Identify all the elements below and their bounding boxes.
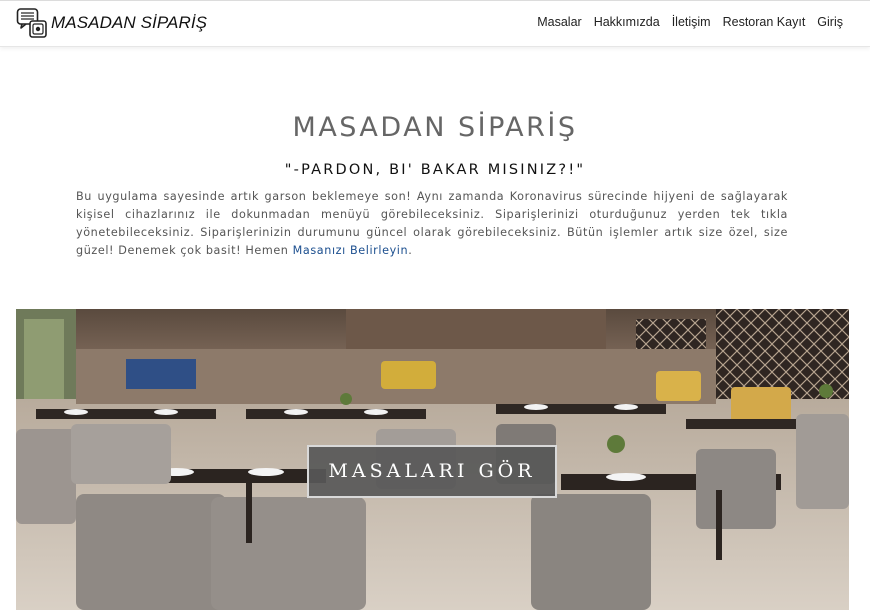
hero-description: Bu uygulama sayesinde artık garson bekle…	[76, 188, 788, 260]
nav-item-giris[interactable]: Giriş	[817, 15, 843, 29]
nav-item-iletisim[interactable]: İletişim	[672, 15, 711, 29]
nav-menu: Masalar Hakkımızda İletişim Restoran Kay…	[537, 15, 843, 29]
select-table-link[interactable]: Masanızı Belirleyin	[293, 244, 409, 257]
menu-chat-icon	[16, 8, 47, 38]
brand-name: MASADAN SİPARİŞ	[51, 13, 208, 32]
hero-subtitle: "-PARDON, BI' BAKAR MISINIZ?!"	[284, 162, 586, 178]
nav-item-restoran-kayit[interactable]: Restoran Kayıt	[723, 15, 806, 29]
brand-logo-link[interactable]: MASADAN SİPARİŞ	[16, 7, 207, 39]
hero-description-end: .	[408, 244, 413, 257]
top-navbar: MASADAN SİPARİŞ Masalar Hakkımızda İleti…	[0, 0, 870, 47]
view-tables-button[interactable]: MASALARI GÖR	[307, 445, 557, 498]
nav-item-hakkimizda[interactable]: Hakkımızda	[594, 15, 660, 29]
nav-item-masalar[interactable]: Masalar	[537, 15, 581, 29]
hero-description-text: Bu uygulama sayesinde artık garson bekle…	[76, 190, 788, 257]
hero-title: MASADAN SİPARİŞ	[292, 112, 578, 143]
window-top-border	[0, 0, 870, 1]
